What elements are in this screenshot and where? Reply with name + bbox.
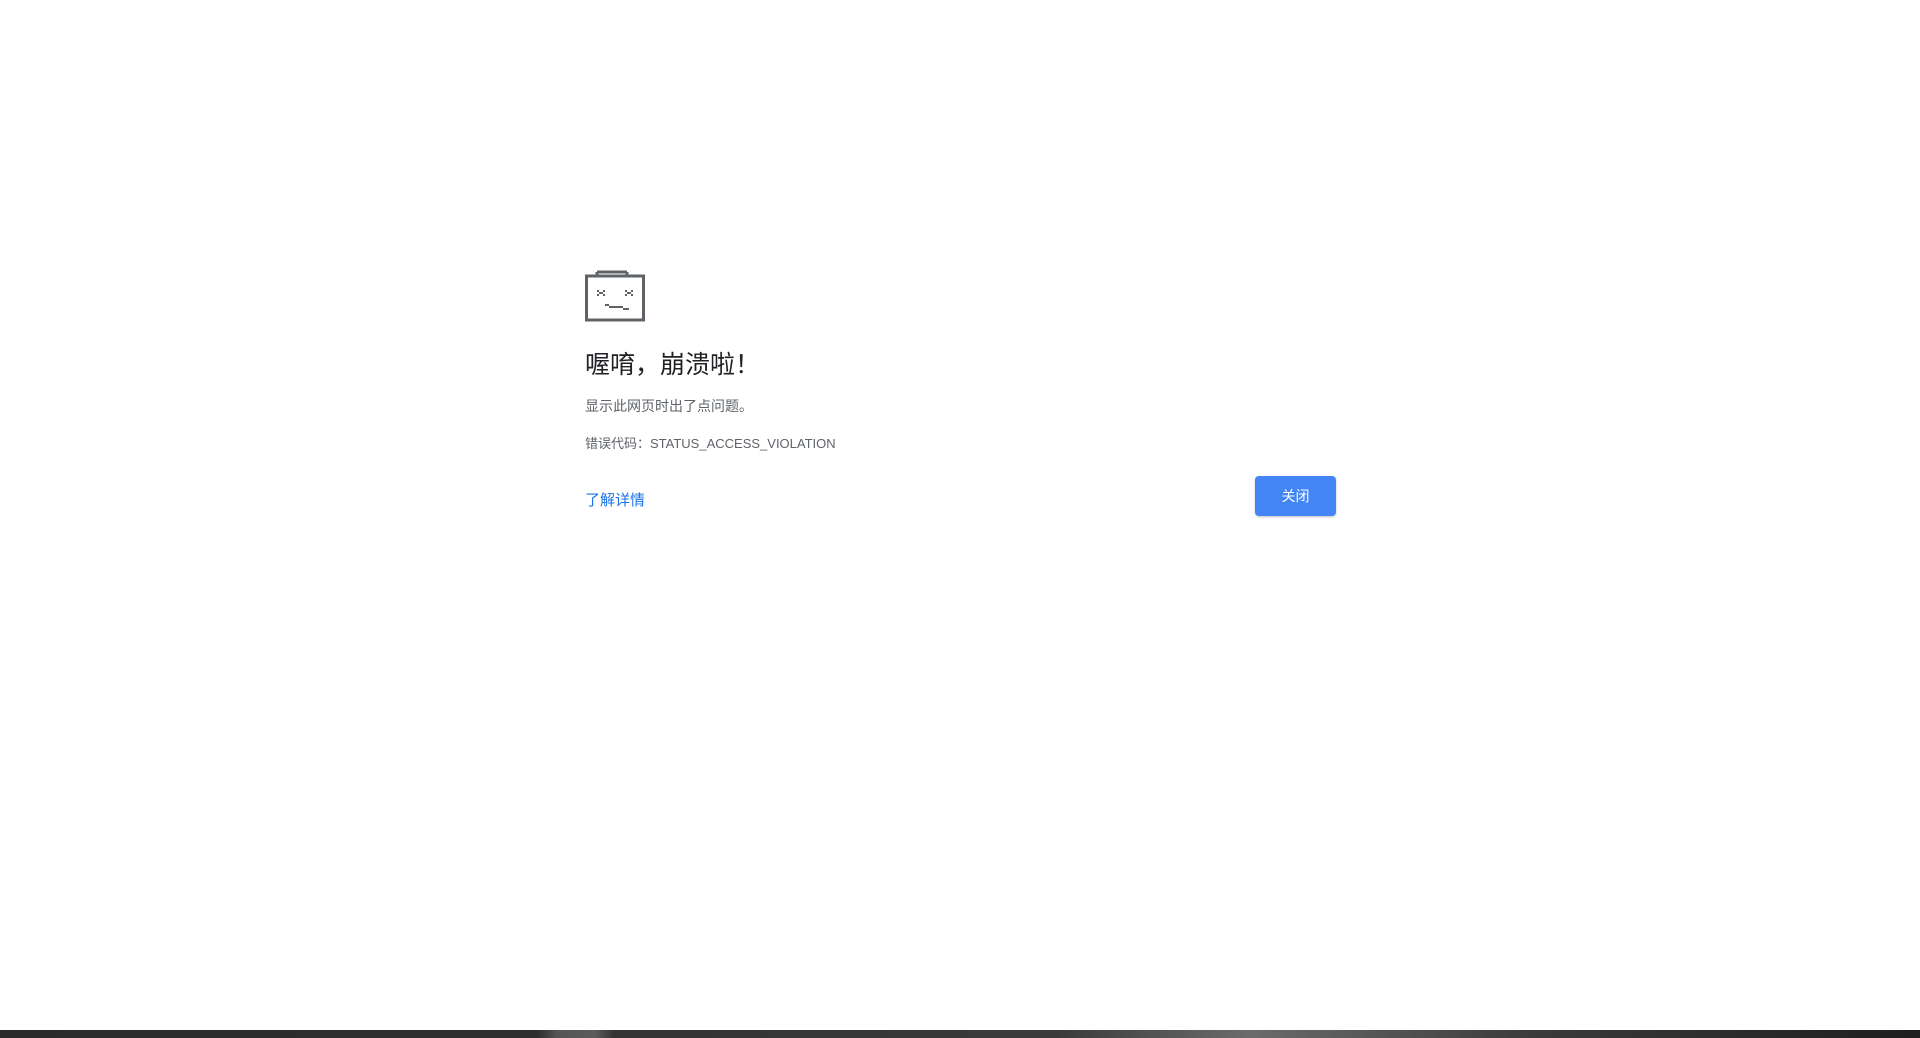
error-code: 错误代码：STATUS_ACCESS_VIOLATION bbox=[585, 436, 836, 451]
crash-page: 喔唷，崩溃啦！ 显示此网页时出了点问题。 错误代码：STATUS_ACCESS_… bbox=[0, 0, 1920, 1038]
learn-more-link[interactable]: 了解详情 bbox=[585, 489, 645, 510]
page-title: 喔唷，崩溃啦！ bbox=[585, 351, 761, 379]
error-description: 显示此网页时出了点问题。 bbox=[585, 398, 753, 414]
taskbar-strip bbox=[0, 1030, 1920, 1038]
sad-folder-icon bbox=[585, 270, 645, 322]
close-button[interactable]: 关闭 bbox=[1255, 476, 1336, 516]
